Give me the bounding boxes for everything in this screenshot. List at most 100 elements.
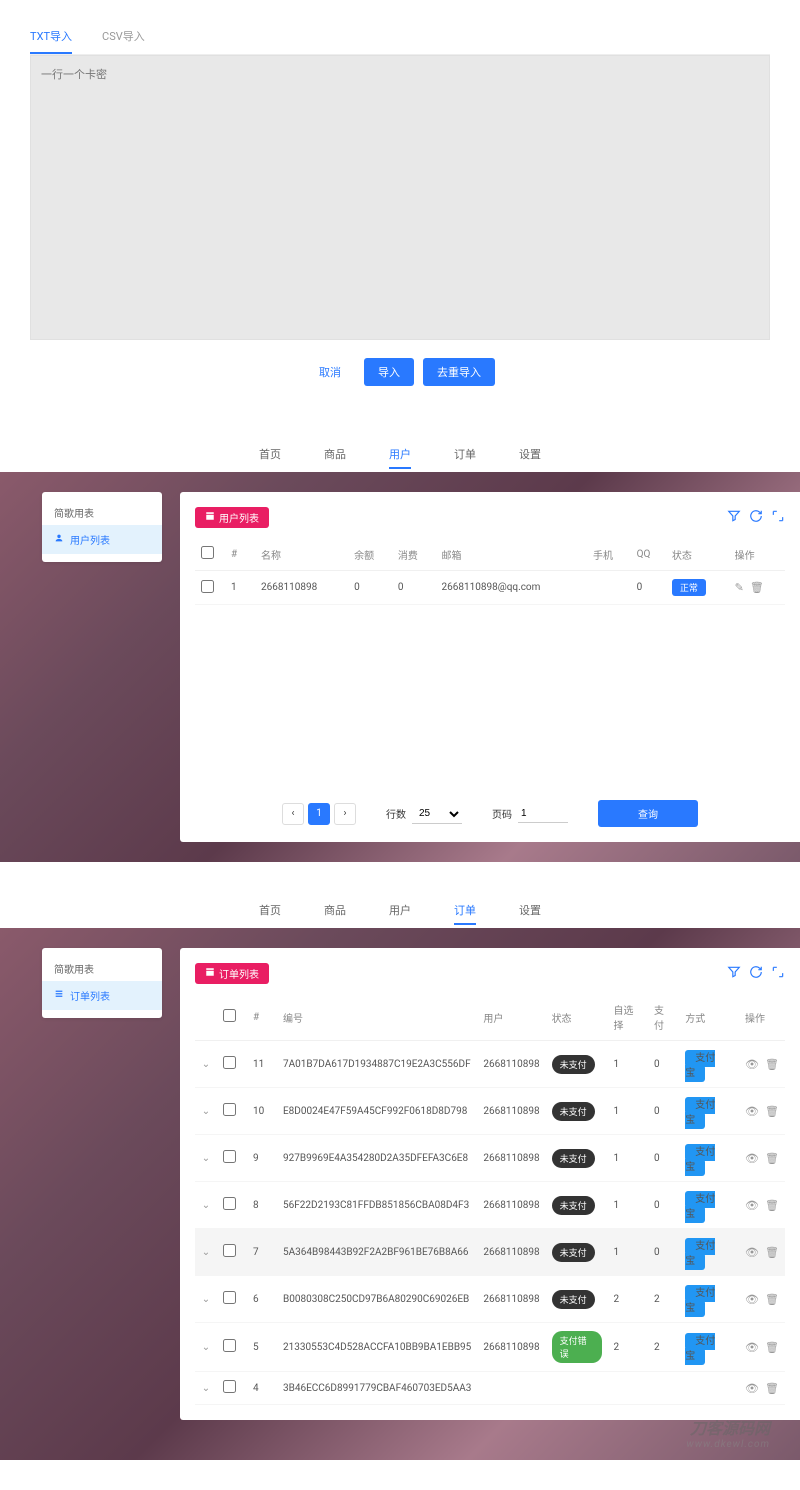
delete-icon[interactable]: 🗑 [750,581,764,594]
view-icon[interactable]: 👁 [745,1058,759,1071]
delete-icon[interactable]: 🗑 [765,1105,779,1118]
nav-users[interactable]: 用户 [389,448,411,469]
status-pill: 未支付 [552,1290,595,1309]
nav-users[interactable]: 用户 [389,904,411,917]
import-tabs: TXT导入 CSV导入 [30,20,770,55]
row-checkbox[interactable] [223,1150,236,1163]
col-code: 编号 [277,994,477,1041]
select-all-checkbox[interactable] [201,546,214,559]
rows-label: 行数 [386,806,406,821]
delete-icon[interactable]: 🗑 [765,1152,779,1165]
row-checkbox[interactable] [223,1380,236,1393]
delete-icon[interactable]: 🗑 [765,1246,779,1259]
expand-icon[interactable] [771,509,785,526]
orders-table: # 编号 用户 状态 自选择 支付 方式 操作 ⌄ 11 7A01B7DA617… [195,994,785,1405]
delete-icon[interactable]: 🗑 [765,1341,779,1354]
expand-row-icon[interactable]: ⌄ [201,1059,211,1070]
col-n: # [225,538,255,571]
import-button[interactable]: 导入 [364,358,414,386]
table-row: ⌄ 10 E8D0024E47F59A45CF992F0618D8D798 26… [195,1088,785,1135]
paymode-pill: 支付宝 [685,1238,715,1270]
refresh-icon[interactable] [749,965,763,982]
cancel-button[interactable]: 取消 [305,358,355,386]
rows-select[interactable]: 25 [412,804,462,824]
expand-row-icon[interactable]: ⌄ [201,1247,211,1258]
view-icon[interactable]: 👁 [745,1293,759,1306]
expand-row-icon[interactable]: ⌄ [201,1294,211,1305]
sidebar-item-label: 用户列表 [70,532,110,547]
query-button[interactable]: 查询 [598,800,698,827]
filter-icon[interactable] [727,965,741,982]
page-prev[interactable]: ‹ [282,803,304,825]
col-b: 支付 [648,994,679,1041]
expand-row-icon[interactable]: ⌄ [201,1153,211,1164]
page-input[interactable] [518,805,568,823]
row-checkbox[interactable] [223,1339,236,1352]
refresh-icon[interactable] [749,509,763,526]
row-checkbox[interactable] [201,580,214,593]
view-icon[interactable]: 👁 [745,1105,759,1118]
row-checkbox[interactable] [223,1197,236,1210]
nav-settings[interactable]: 设置 [519,904,541,917]
paymode-pill: 支付宝 [685,1285,715,1317]
tab-txt-import[interactable]: TXT导入 [30,20,72,54]
table-row: 1 2668110898 0 0 2668110898@qq.com 0 正常 … [195,571,785,605]
col-qq: QQ [631,538,666,571]
row-checkbox[interactable] [223,1103,236,1116]
nav-home[interactable]: 首页 [259,904,281,917]
nav-orders[interactable]: 订单 [454,904,476,925]
tab-csv-import[interactable]: CSV导入 [102,20,145,54]
page-nav: 首页 商品 用户 订单 设置 [0,436,800,472]
filter-icon[interactable] [727,509,741,526]
expand-row-icon[interactable]: ⌄ [201,1106,211,1117]
page-next[interactable]: › [334,803,356,825]
nav-home[interactable]: 首页 [259,448,281,461]
sidebar: 简歌用表 用户列表 [42,492,162,562]
col-name: 名称 [255,538,348,571]
view-icon[interactable]: 👁 [745,1341,759,1354]
import-dedup-button[interactable]: 去重导入 [423,358,495,386]
view-icon[interactable]: 👁 [745,1152,759,1165]
expand-row-icon[interactable]: ⌄ [201,1342,211,1353]
expand-row-icon[interactable]: ⌄ [201,1383,211,1394]
delete-icon[interactable]: 🗑 [765,1058,779,1071]
delete-icon[interactable]: 🗑 [765,1293,779,1306]
view-icon[interactable]: 👁 [745,1382,759,1395]
nav-products[interactable]: 商品 [324,904,346,917]
col-status: 状态 [666,538,729,571]
table-row: ⌄ 5 21330553C4D528ACCFA10BB9BA1EBB95 266… [195,1323,785,1372]
table-row: ⌄ 6 B0080308C250CD97B6A80290C69026EB 266… [195,1276,785,1323]
col-email: 邮箱 [436,538,587,571]
select-all-checkbox[interactable] [223,1009,236,1022]
nav-settings[interactable]: 设置 [519,448,541,461]
paymode-pill: 支付宝 [685,1191,715,1223]
users-table: # 名称 余额 消费 邮箱 手机 QQ 状态 操作 1 [195,538,785,605]
view-icon[interactable]: 👁 [745,1199,759,1212]
status-pill: 未支付 [552,1243,595,1262]
paymode-pill: 支付宝 [685,1050,715,1082]
sidebar-title: 简歌用表 [42,956,162,981]
sidebar-item-user-list[interactable]: 用户列表 [42,525,162,554]
row-checkbox[interactable] [223,1244,236,1257]
orders-panel: 订单列表 # 编号 用户 状态 自选择 [180,948,800,1420]
col-actions: 操作 [739,994,785,1041]
nav-products[interactable]: 商品 [324,448,346,461]
row-checkbox[interactable] [223,1056,236,1069]
view-icon[interactable]: 👁 [745,1246,759,1259]
delete-icon[interactable]: 🗑 [765,1382,779,1395]
expand-row-icon[interactable]: ⌄ [201,1200,211,1211]
import-textarea[interactable] [30,55,770,340]
page-1[interactable]: 1 [308,803,330,825]
tag-icon [205,511,215,524]
edit-icon[interactable]: ✎ [735,581,744,594]
sidebar: 简歌用表 订单列表 [42,948,162,1018]
pagination: ‹ 1 › 行数 25 页码 查询 [195,780,785,827]
table-row: ⌄ 4 3B46ECC6D8991779CBAF460703ED5AA3 👁 🗑 [195,1372,785,1405]
row-checkbox[interactable] [223,1291,236,1304]
delete-icon[interactable]: 🗑 [765,1199,779,1212]
expand-icon[interactable] [771,965,785,982]
nav-orders[interactable]: 订单 [454,448,476,461]
status-badge: 正常 [672,579,706,596]
sidebar-item-order-list[interactable]: 订单列表 [42,981,162,1010]
paymode-pill: 支付宝 [685,1144,715,1176]
